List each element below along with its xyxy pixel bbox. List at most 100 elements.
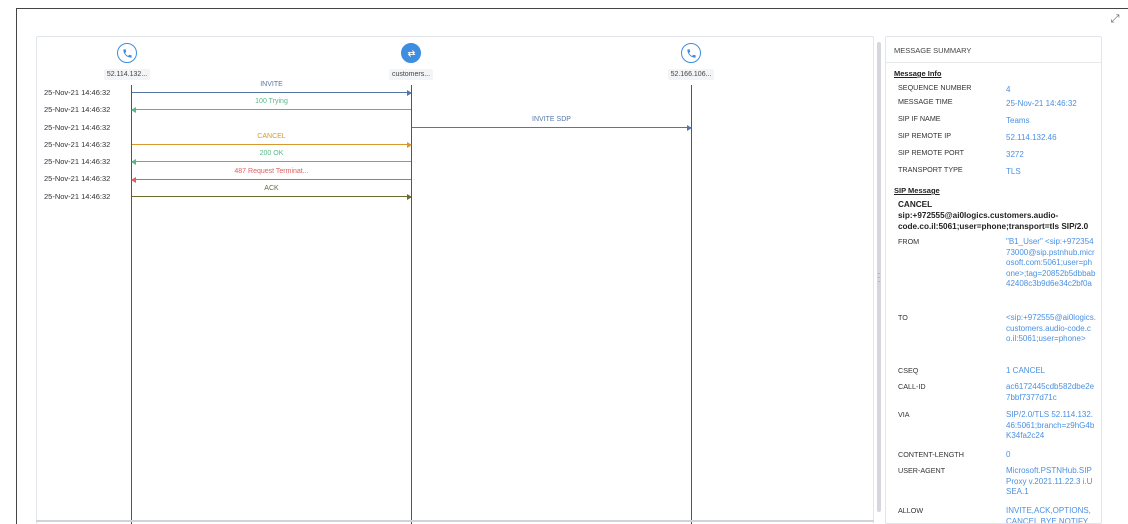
message-time: 25-Nov-21 14:46:32 xyxy=(44,105,111,114)
lifeline-middle xyxy=(411,85,412,524)
arrow-right-icon xyxy=(407,193,412,200)
arrow-right-icon xyxy=(407,141,412,148)
message-line xyxy=(132,92,411,93)
message-time: 25-Nov-21 14:46:32 xyxy=(44,123,111,132)
phone-icon xyxy=(681,43,701,63)
header-value: "B1_User" <sip:+97235473000@sip.pstnhub.… xyxy=(1006,237,1096,288)
participant-middle[interactable]: customers... xyxy=(371,43,451,81)
header-value: SIP/2.0/TLS 52.114.132.46:5061;branch=z9… xyxy=(1006,410,1095,440)
info-value: 52.114.132.46 xyxy=(1006,133,1057,142)
info-label: SIP REMOTE PORT xyxy=(898,148,965,157)
info-row: SIP REMOTE PORT 3272 xyxy=(886,148,1101,165)
message-invite[interactable]: INVITE xyxy=(132,81,412,96)
header-row: CSEQ 1 CANCEL xyxy=(886,366,1101,382)
header-label: USER-AGENT xyxy=(898,466,946,475)
sbc-icon xyxy=(401,43,421,63)
message-label: ACK xyxy=(264,185,279,192)
header-row: CALL-ID ac6172445cdb582dbe2e7bbf7377d71c xyxy=(886,382,1101,410)
header-row: TO <sip:+972555@ai0logics.customers.audi… xyxy=(886,313,1101,366)
message-label: CANCEL xyxy=(257,133,286,140)
message-line xyxy=(132,109,411,110)
header-row: USER-AGENT Microsoft.PSTNHub.SIPProxy v.… xyxy=(886,466,1101,506)
phone-icon xyxy=(117,43,137,63)
message-line xyxy=(132,196,411,197)
header-value: INVITE,ACK,OPTIONS,CANCEL,BYE,NOTIFY xyxy=(1006,506,1091,524)
arrow-left-icon xyxy=(131,106,136,113)
header-value: Microsoft.PSTNHub.SIPProxy v.2021.11.22.… xyxy=(1006,466,1093,496)
arrow-left-icon xyxy=(131,176,136,183)
message-time: 25-Nov-21 14:46:32 xyxy=(44,157,111,166)
header-value: 1 CANCEL xyxy=(1006,366,1046,375)
message-100-trying[interactable]: 100 Trying xyxy=(131,98,411,113)
summary-title: MESSAGE SUMMARY xyxy=(886,37,1101,63)
message-487[interactable]: 487 Request Terminat... xyxy=(131,168,411,183)
header-row: CONTENT-LENGTH 0 xyxy=(886,450,1101,466)
call-flow-panel: 52.114.132... customers... 52.166.106...… xyxy=(36,36,874,524)
info-label: SEQUENCE NUMBER xyxy=(898,83,972,92)
header-label: CONTENT-LENGTH xyxy=(898,450,964,459)
info-value: 3272 xyxy=(1006,150,1024,159)
message-time: 25-Nov-21 14:46:32 xyxy=(44,88,111,97)
info-value: Teams xyxy=(1006,116,1030,125)
header-value: ac6172445cdb582dbe2e7bbf7377d71c xyxy=(1006,382,1095,402)
message-invite-sdp[interactable]: INVITE SDP xyxy=(412,116,692,131)
horizontal-scrollbar[interactable] xyxy=(36,520,874,522)
header-label: ALLOW xyxy=(898,506,924,515)
header-label: VIA xyxy=(898,410,910,419)
participant-right[interactable]: 52.166.106... xyxy=(651,43,731,81)
expand-icon[interactable]: ⤢ xyxy=(1108,12,1122,26)
sip-header-list: FROM "B1_User" <sip:+97235473000@sip.pst… xyxy=(886,237,1101,524)
info-label: SIP REMOTE IP xyxy=(898,131,951,140)
message-label: 487 Request Terminat... xyxy=(234,168,309,175)
header-value: <sip:+972555@ai0logics.customers.audio-c… xyxy=(1006,313,1096,343)
header-label: TO xyxy=(898,313,908,322)
header-value: 0 xyxy=(1006,450,1011,459)
sip-message-title: SIP Message xyxy=(894,186,940,195)
arrow-right-icon xyxy=(407,89,412,96)
header-row: VIA SIP/2.0/TLS 52.114.132.46:5061;branc… xyxy=(886,410,1101,450)
info-value: 4 xyxy=(1006,85,1011,94)
header-label: FROM xyxy=(898,237,920,246)
info-row: SEQUENCE NUMBER 4 xyxy=(886,80,1101,97)
message-summary-panel: MESSAGE SUMMARY Message Info SEQUENCE NU… xyxy=(885,36,1102,524)
message-time: 25-Nov-21 14:46:32 xyxy=(44,174,111,183)
sip-request-line: CANCEL sip:+972555@ai0logics.customers.a… xyxy=(898,200,1089,231)
info-label: TRANSPORT TYPE xyxy=(898,165,963,174)
participant-label: customers... xyxy=(388,69,434,80)
message-label: INVITE xyxy=(260,81,283,88)
lifeline-right xyxy=(691,85,692,524)
info-row: SIP IF NAME Teams xyxy=(886,114,1101,131)
info-row: MESSAGE TIME 25-Nov-21 14:46:32 xyxy=(886,97,1101,114)
message-label: 100 Trying xyxy=(255,98,288,105)
header-row: ALLOW INVITE,ACK,OPTIONS,CANCEL,BYE,NOTI… xyxy=(886,506,1101,524)
panel-resize-handle[interactable]: · · · xyxy=(876,36,882,524)
info-row: TRANSPORT TYPE TLS xyxy=(886,165,1101,182)
message-line xyxy=(412,127,691,128)
info-value: TLS xyxy=(1006,167,1021,176)
message-time: 25-Nov-21 14:46:32 xyxy=(44,140,111,149)
message-line xyxy=(132,179,411,180)
message-time: 25-Nov-21 14:46:32 xyxy=(44,192,111,201)
participant-label: 52.166.106... xyxy=(667,69,715,80)
message-info-list: SEQUENCE NUMBER 4 MESSAGE TIME 25-Nov-21… xyxy=(886,80,1101,182)
message-label: 200 OK xyxy=(259,150,284,157)
info-label: MESSAGE TIME xyxy=(898,97,953,106)
drag-dots-icon: · · · xyxy=(877,269,881,286)
header-label: CALL-ID xyxy=(898,382,926,391)
message-line xyxy=(132,144,411,145)
message-cancel[interactable]: CANCEL xyxy=(132,133,412,148)
participant-left[interactable]: 52.114.132... xyxy=(87,43,167,81)
header-row: FROM "B1_User" <sip:+97235473000@sip.pst… xyxy=(886,237,1101,313)
message-200-ok[interactable]: 200 OK xyxy=(131,150,411,165)
message-line xyxy=(132,161,411,162)
info-label: SIP IF NAME xyxy=(898,114,941,123)
arrow-left-icon xyxy=(131,158,136,165)
header-label: CSEQ xyxy=(898,366,919,375)
message-label: INVITE SDP xyxy=(532,116,571,123)
message-info-title: Message Info xyxy=(894,69,942,78)
arrow-right-icon xyxy=(687,124,692,131)
participant-label: 52.114.132... xyxy=(103,69,151,80)
info-row: SIP REMOTE IP 52.114.132.46 xyxy=(886,131,1101,148)
info-value: 25-Nov-21 14:46:32 xyxy=(1006,99,1077,108)
message-ack[interactable]: ACK xyxy=(132,185,412,200)
